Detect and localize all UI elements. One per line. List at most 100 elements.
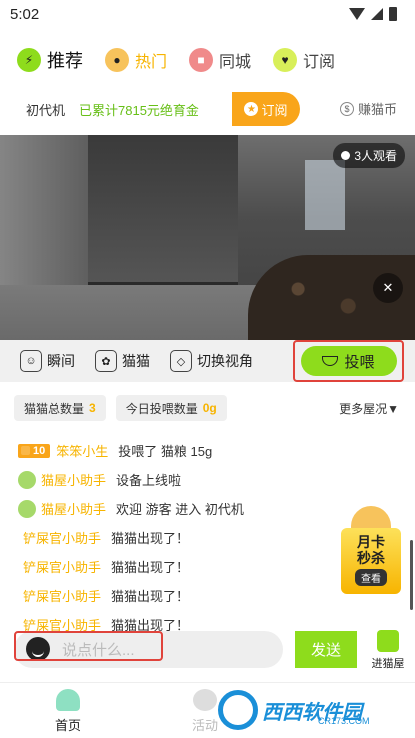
person-icon <box>341 151 351 160</box>
message-text: 猫猫出现了！ <box>111 560 190 575</box>
username[interactable]: 笨笨小生 <box>56 441 108 460</box>
stats-row: 猫猫总数量 3 今日投喂数量 0g 更多屋况▼ <box>14 395 409 421</box>
watermark-logo: 西西软件园 CR173.COM <box>218 690 398 730</box>
top-tabs: ⚡ 推荐 ● 热门 ■ 同城 ♥ 订阅 <box>0 42 415 78</box>
watermark-icon <box>218 690 258 730</box>
badge-value: 10 <box>33 444 46 457</box>
tab-label: 同城 <box>219 54 252 71</box>
username[interactable]: 铲屎官小助手 <box>23 557 101 576</box>
monthly-card-promo[interactable]: 月卡 秒杀 查看 <box>341 506 401 596</box>
level-badge: 10 <box>18 443 51 458</box>
subscribe-label: 订阅 <box>261 102 288 118</box>
status-time: 5:02 <box>10 6 40 23</box>
feed-label: 投喂 <box>344 353 375 371</box>
feed-button[interactable]: 投喂 <box>300 346 397 376</box>
bowl-icon <box>322 356 339 366</box>
promo-line2: 秒杀 <box>357 550 385 566</box>
nav-activity-label: 活动 <box>192 718 219 733</box>
lightning-icon: ⚡ <box>17 48 41 72</box>
tab-label: 推荐 <box>47 51 83 71</box>
earn-label: 赚猫币 <box>358 102 398 117</box>
info-bar: 初代机 已累计7815元绝育金 ★ 订阅 $ 赚猫币 <box>14 92 409 126</box>
input-highlight <box>14 631 163 661</box>
list-item: 铲屎官小助手 猫猫出现了！ <box>18 552 348 581</box>
nav-activity[interactable]: 活动 <box>192 689 218 734</box>
earn-coins-link[interactable]: $ 赚猫币 <box>340 99 397 118</box>
message-text: 投喂了 猫粮 15g <box>118 444 213 459</box>
list-item: 铲屎官小助手 猫猫出现了！ <box>18 523 348 552</box>
viewer-count: 3人观看 <box>333 143 405 168</box>
list-item: 猫屋小助手 设备上线啦 <box>18 465 348 494</box>
watermark-url: CR173.COM <box>318 716 370 726</box>
list-item: 铲屎官小助手 猫猫出现了！ <box>18 581 348 610</box>
star-icon: ★ <box>244 102 259 116</box>
tab-label: 订阅 <box>303 54 336 71</box>
cat-total-value: 3 <box>89 401 96 415</box>
paw-icon: ✿ <box>95 350 117 372</box>
battery-icon <box>389 7 397 21</box>
message-list: 10 笨笨小生 投喂了 猫粮 15g 猫屋小助手 设备上线啦 猫屋小助手 欢迎 … <box>18 436 348 639</box>
machine-name: 初代机 <box>26 102 66 118</box>
tab-subscribe[interactable]: ♥ 订阅 <box>273 42 335 78</box>
nav-home[interactable]: 首页 <box>55 689 81 734</box>
feed-highlight: 投喂 <box>293 340 404 382</box>
feed-today-label: 今日投喂数量 <box>125 401 198 416</box>
live-video[interactable]: 3人观看 ✕ <box>0 135 415 340</box>
nav-home-label: 首页 <box>55 718 82 733</box>
feed-today-stat: 今日投喂数量 0g <box>115 395 227 421</box>
cat-total-label: 猫猫总数量 <box>24 401 85 416</box>
list-item: 猫屋小助手 欢迎 游客 进入 初代机 <box>18 494 348 523</box>
feed-today-value: 0g <box>202 401 217 415</box>
house-icon <box>377 630 399 652</box>
location-icon: ■ <box>189 48 214 72</box>
tab-city[interactable]: ■ 同城 <box>189 42 251 78</box>
home-icon <box>56 689 80 711</box>
switch-view-button[interactable]: ◇ 切换视角 <box>170 350 253 372</box>
send-button[interactable]: 发送 <box>295 631 357 668</box>
moment-label: 瞬间 <box>47 353 75 369</box>
tab-label: 热门 <box>135 54 168 71</box>
activity-icon <box>193 689 217 711</box>
more-house-status[interactable]: 更多屋况▼ <box>339 400 399 417</box>
crown-icon <box>21 446 30 455</box>
cellular-icon <box>371 8 383 20</box>
message-text: 猫猫出现了！ <box>111 531 190 546</box>
enter-cat-house-button[interactable]: 进猫屋 <box>368 630 408 672</box>
message-text: 欢迎 游客 进入 初代机 <box>116 502 244 517</box>
cats-label: 猫猫 <box>122 353 150 369</box>
wifi-icon <box>349 8 365 20</box>
enter-house-label: 进猫屋 <box>371 658 405 670</box>
username[interactable]: 铲屎官小助手 <box>23 528 101 547</box>
tab-recommend[interactable]: ⚡ 推荐 <box>17 42 83 78</box>
promo-card: 月卡 秒杀 查看 <box>341 528 401 594</box>
status-bar: 5:02 <box>0 0 415 30</box>
video-background <box>88 135 238 285</box>
switch-view-label: 切换视角 <box>197 353 253 369</box>
status-icons <box>349 7 397 21</box>
heart-icon: ♥ <box>273 48 298 72</box>
list-item: 10 笨笨小生 投喂了 猫粮 15g <box>18 436 348 465</box>
subscribe-button[interactable]: ★ 订阅 <box>232 92 300 126</box>
coin-icon: $ <box>340 101 354 116</box>
cube-icon: ◇ <box>170 350 192 372</box>
moment-icon: ☺ <box>20 350 42 372</box>
tab-hot[interactable]: ● 热门 <box>105 42 167 78</box>
viewer-count-label: 3人观看 <box>354 149 397 163</box>
mute-icon[interactable]: ✕ <box>373 273 403 303</box>
promo-view-button[interactable]: 查看 <box>355 569 387 586</box>
message-text: 设备上线啦 <box>116 473 182 488</box>
username[interactable]: 铲屎官小助手 <box>23 586 101 605</box>
username[interactable]: 猫屋小助手 <box>41 470 106 489</box>
machine-info: 初代机 已累计7815元绝育金 <box>14 92 246 126</box>
message-text: 猫猫出现了！ <box>111 589 190 604</box>
video-background <box>305 160 345 230</box>
assistant-avatar-icon <box>18 499 36 518</box>
cats-button[interactable]: ✿ 猫猫 <box>95 350 150 372</box>
assistant-avatar-icon <box>18 470 36 489</box>
moment-button[interactable]: ☺ 瞬间 <box>20 350 75 372</box>
username[interactable]: 猫屋小助手 <box>41 499 106 518</box>
scrollbar[interactable] <box>410 540 413 610</box>
promo-line1: 月卡 <box>357 534 385 550</box>
cat-total-stat: 猫猫总数量 3 <box>14 395 106 421</box>
sterilization-funds: 已累计7815元绝育金 <box>79 102 199 118</box>
